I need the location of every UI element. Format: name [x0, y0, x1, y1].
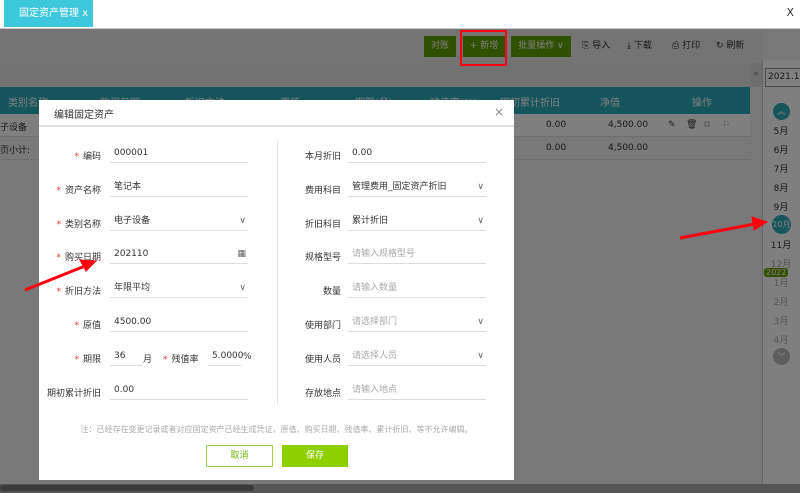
annotation-arrows: [24, 216, 769, 292]
arrow-month-head: [751, 216, 769, 231]
arrow-date-line: [24, 264, 86, 292]
arrow-month-line: [679, 222, 756, 240]
